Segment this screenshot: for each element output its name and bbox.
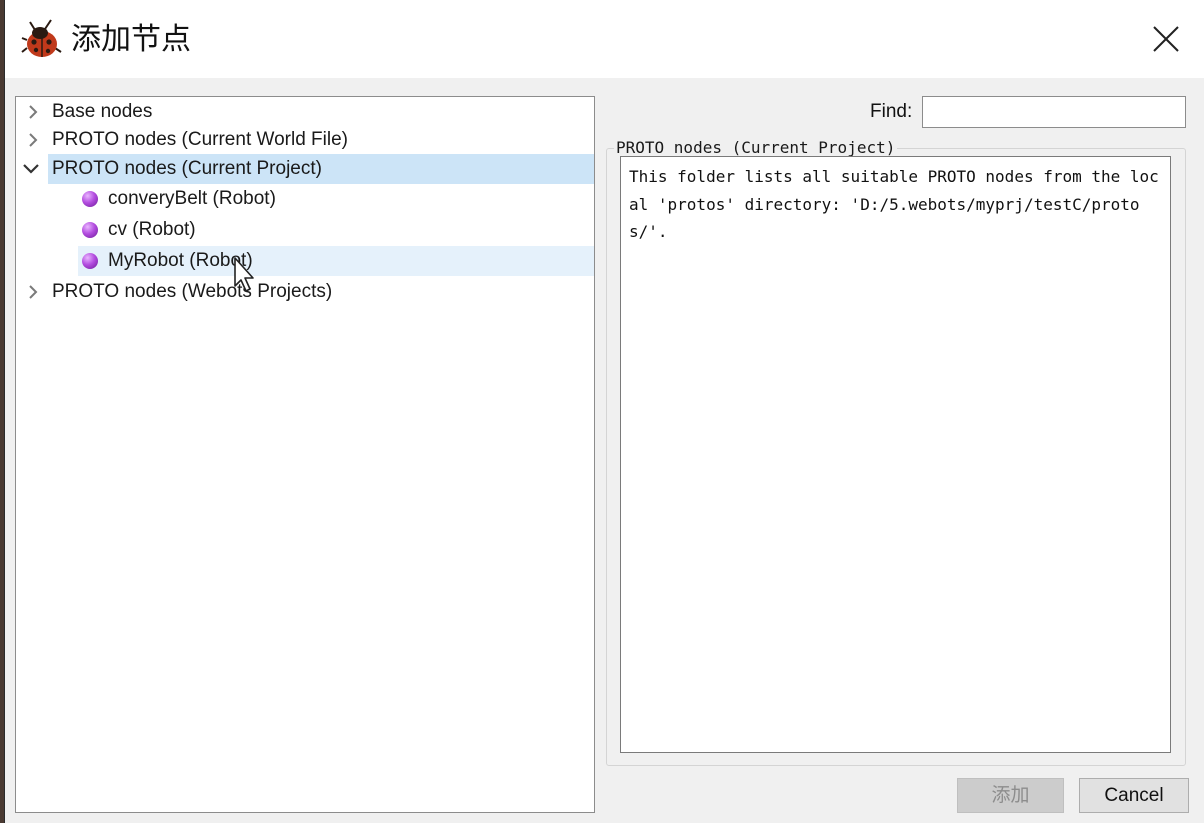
find-label: Find: (870, 101, 913, 122)
node-tree[interactable]: Base nodes PROTO nodes (Current World Fi… (15, 96, 595, 813)
add-button[interactable]: 添加 (957, 778, 1064, 813)
ladybug-icon (21, 19, 62, 57)
proto-node-icon (82, 253, 98, 269)
tree-item-base-nodes[interactable]: Base nodes (16, 97, 594, 127)
dialog-title: 添加节点 (71, 22, 191, 57)
tree-item-label: converyBelt (Robot) (108, 188, 276, 209)
tree-child-converybelt[interactable]: converyBelt (Robot) (78, 184, 594, 214)
chevron-right-icon[interactable] (26, 105, 40, 119)
tree-item-label: PROTO nodes (Current World File) (52, 129, 348, 150)
proto-node-icon (82, 191, 98, 207)
tree-child-myrobot[interactable]: MyRobot (Robot) (78, 246, 594, 276)
tree-item-label: PROTO nodes (Webots Projects) (52, 281, 333, 302)
find-input[interactable] (922, 96, 1186, 128)
tree-item-proto-project[interactable]: PROTO nodes (Current Project) (48, 154, 594, 184)
tree-item-label: PROTO nodes (Current Project) (52, 158, 322, 179)
title-bar: 添加节点 (5, 0, 1204, 78)
tree-item-label: Base nodes (52, 101, 153, 122)
tree-item-proto-world[interactable]: PROTO nodes (Current World File) (16, 125, 594, 155)
cancel-button[interactable]: Cancel (1079, 778, 1189, 813)
mouse-cursor-icon (234, 257, 254, 292)
chevron-right-icon[interactable] (26, 133, 40, 147)
chevron-down-icon[interactable] (23, 162, 39, 176)
chevron-right-icon[interactable] (26, 285, 40, 299)
tree-child-cv[interactable]: cv (Robot) (78, 215, 594, 245)
close-icon[interactable] (1149, 22, 1183, 56)
proto-node-icon (82, 222, 98, 238)
tree-item-label: cv (Robot) (108, 219, 196, 240)
description-text[interactable]: This folder lists all suitable PROTO nod… (620, 156, 1171, 753)
tree-item-proto-webots[interactable]: PROTO nodes (Webots Projects) (16, 277, 594, 307)
